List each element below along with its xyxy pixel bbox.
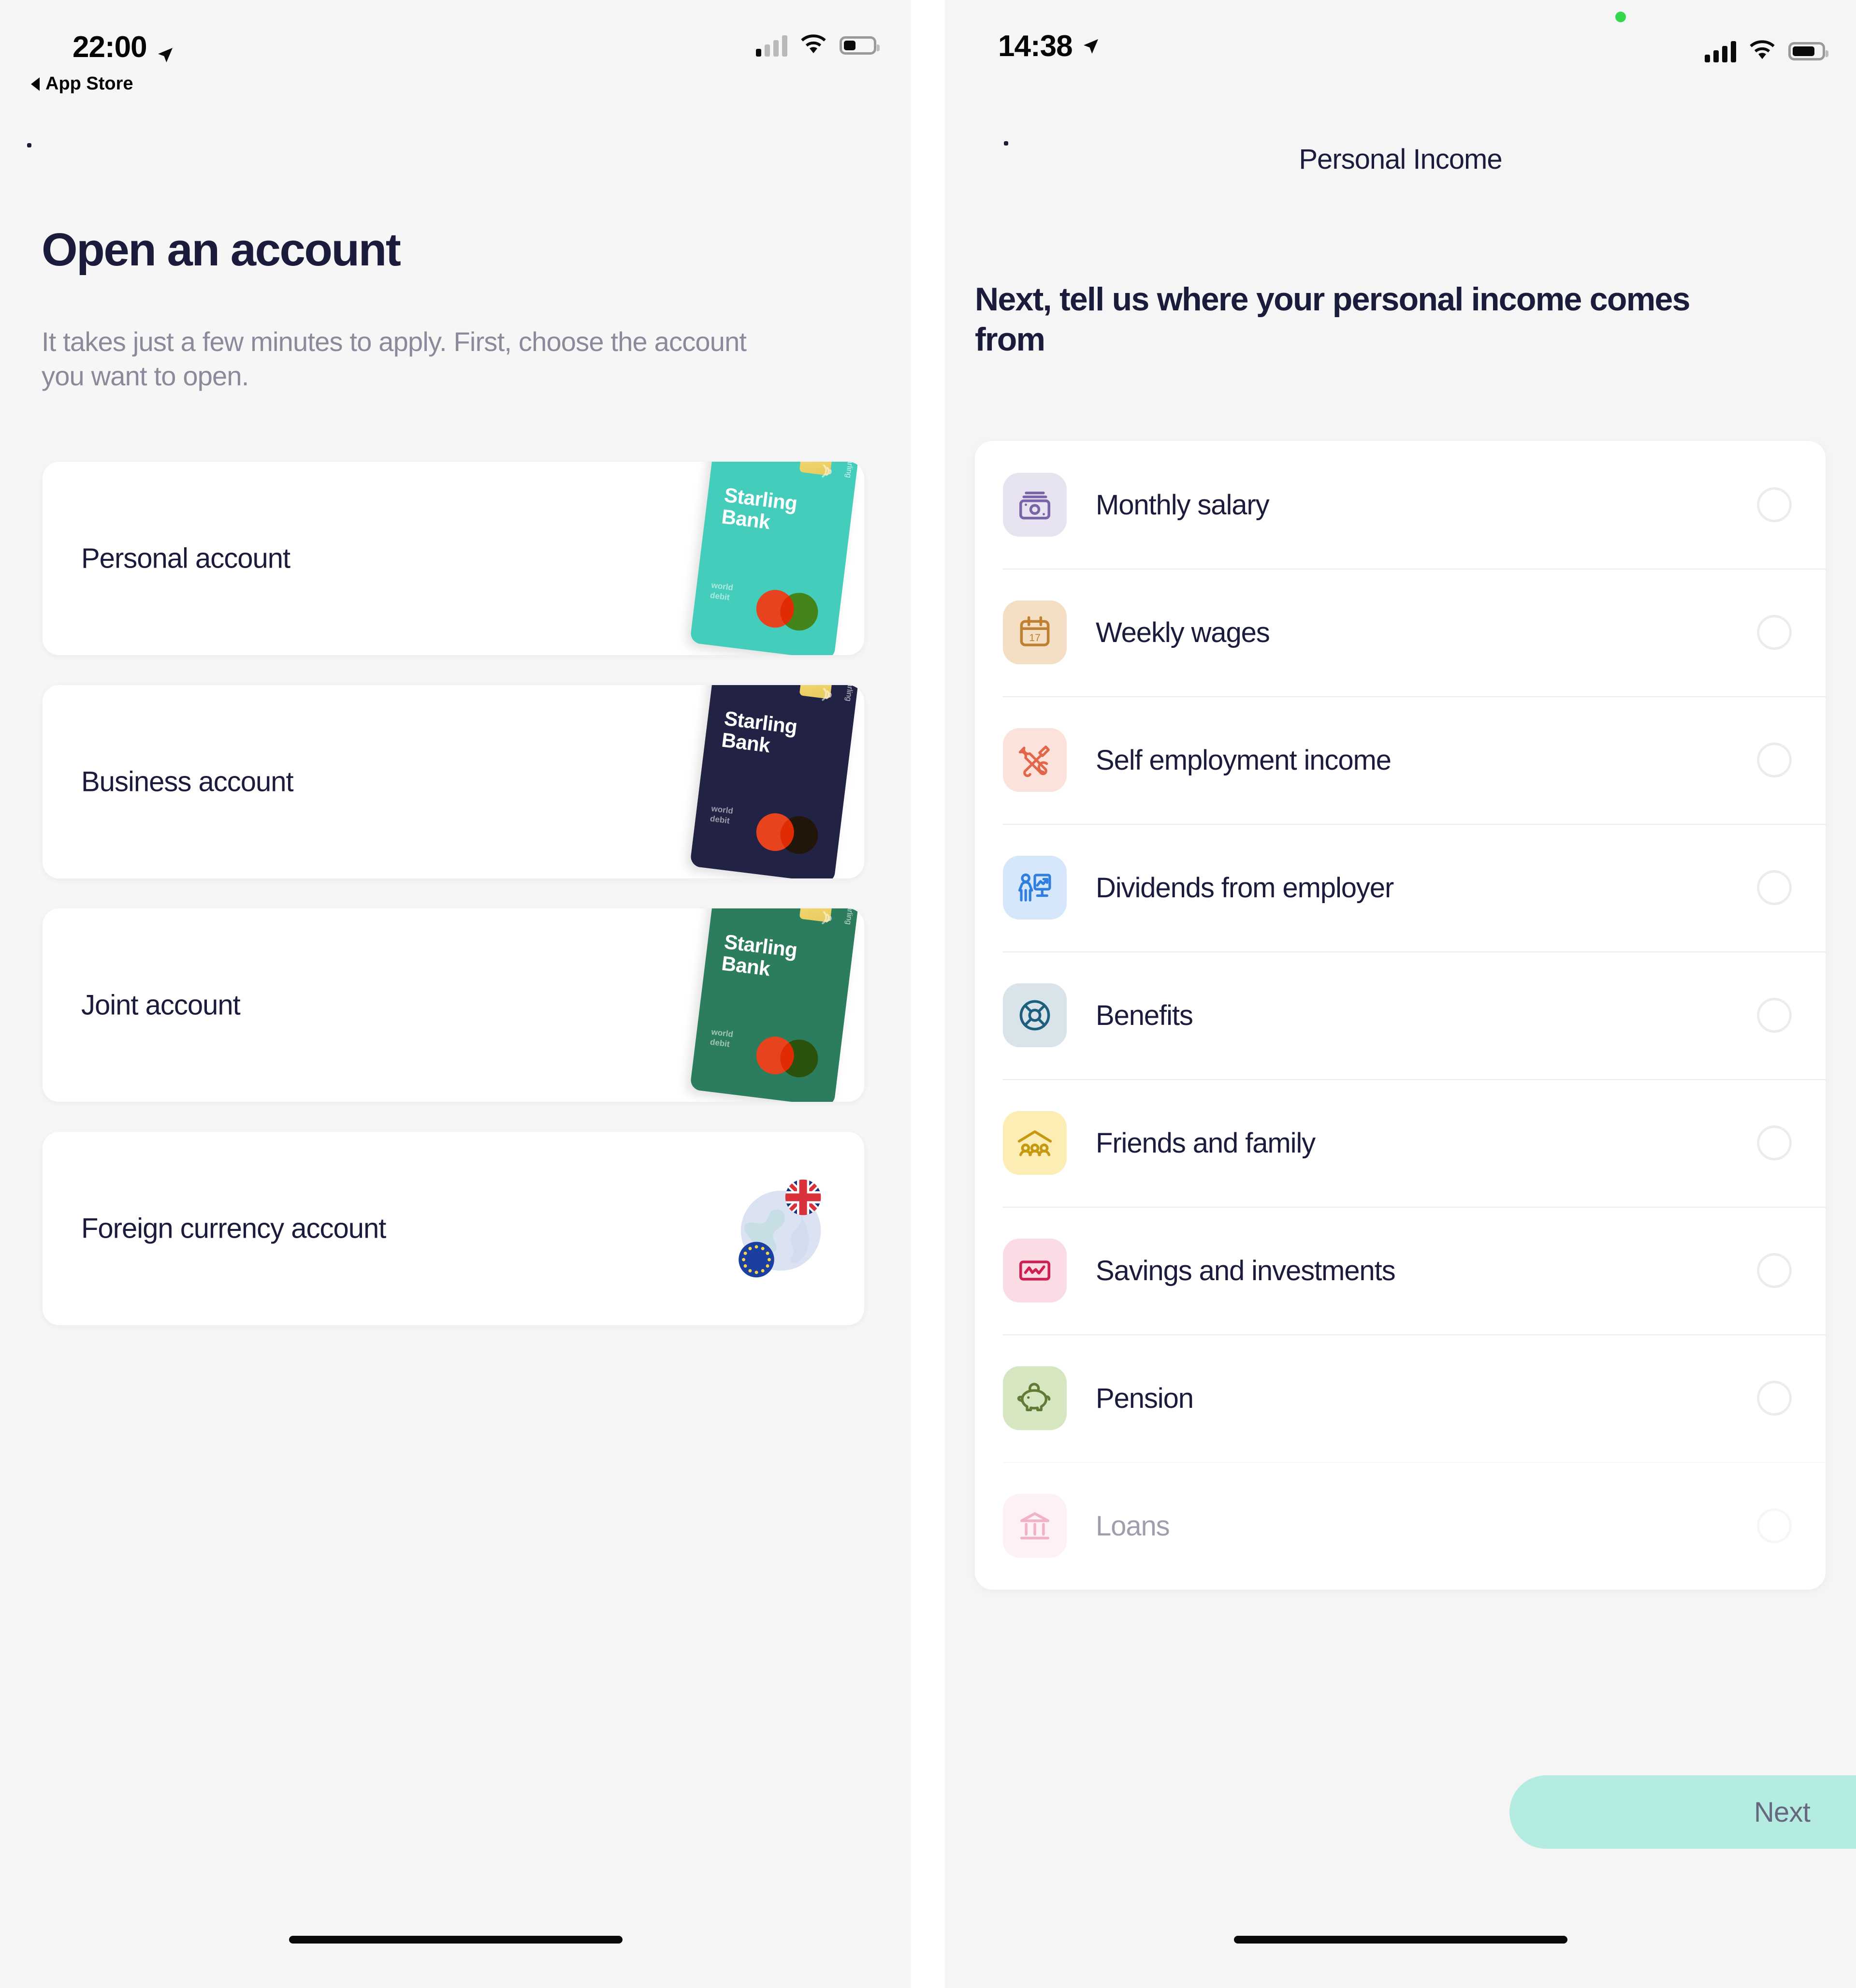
nav-title: Personal Income (1299, 144, 1502, 175)
location-arrow-icon (1081, 37, 1101, 56)
income-row-radio[interactable] (1757, 743, 1792, 777)
left-status-indicators (756, 34, 880, 57)
house-people-icon (1003, 1111, 1067, 1175)
svg-text:17: 17 (1029, 632, 1041, 643)
screen-divider (911, 0, 945, 1988)
card-small-text: world debit (710, 804, 734, 826)
income-row-pension[interactable]: Pension (975, 1334, 1826, 1462)
contactless-icon (816, 462, 838, 482)
next-button[interactable]: Next (1509, 1775, 1856, 1849)
income-row-label: Self employment income (1096, 744, 1392, 776)
cellular-signal-icon (1705, 40, 1736, 62)
account-type-list: Personal account Starling Starling Bank … (43, 462, 864, 1355)
back-to-app-store-link[interactable]: App Store (31, 73, 133, 94)
income-row-label: Monthly salary (1096, 489, 1270, 521)
back-triangle-icon (31, 77, 40, 91)
wifi-icon (800, 34, 827, 57)
card-small-text: world debit (710, 580, 734, 602)
home-indicator-right (1234, 1936, 1567, 1944)
income-row-radio[interactable] (1757, 870, 1792, 905)
page-title: Open an account (42, 224, 401, 276)
location-arrow-icon (156, 38, 175, 62)
income-row-radio[interactable] (1757, 1508, 1792, 1543)
status-time-text: 22:00 (72, 30, 147, 64)
back-app-label: App Store (45, 73, 133, 94)
card-brand-name: Starling Bank (720, 930, 799, 980)
starling-card-green: Starling Starling Bank world debit (689, 908, 859, 1102)
account-option-joint[interactable]: Joint account Starling Starling Bank wor… (43, 908, 864, 1102)
right-status-indicators (1705, 40, 1828, 62)
income-row-label: Friends and family (1096, 1127, 1316, 1159)
income-row-label: Dividends from employer (1096, 872, 1394, 904)
account-option-label: Joint account (81, 989, 241, 1021)
income-row-friends-family[interactable]: Friends and family (975, 1079, 1826, 1207)
contactless-icon (816, 908, 838, 929)
card-side-text: Starling (843, 462, 856, 479)
income-row-label: Benefits (1096, 999, 1193, 1031)
account-option-label: Business account (81, 766, 294, 798)
account-option-label: Foreign currency account (81, 1213, 386, 1244)
status-time-right: 14:38 (998, 29, 1101, 63)
income-row-radio[interactable] (1757, 615, 1792, 650)
income-row-monthly-salary[interactable]: Monthly salary (975, 441, 1826, 569)
income-source-list: Monthly salary 17 Weekly wages Self empl… (975, 441, 1826, 1590)
account-option-personal[interactable]: Personal account Starling Starling Bank … (43, 462, 864, 655)
piggy-bank-icon (1003, 1366, 1067, 1430)
income-row-radio[interactable] (1757, 1381, 1792, 1416)
home-indicator-left (289, 1936, 623, 1944)
income-row-dividends[interactable]: Dividends from employer (975, 824, 1826, 951)
page-subtitle: It takes just a few minutes to apply. Fi… (42, 326, 747, 391)
right-status-bar: 14:38 (945, 0, 1856, 97)
income-row-weekly-wages[interactable]: 17 Weekly wages (975, 569, 1826, 696)
income-row-label: Pension (1096, 1382, 1194, 1414)
income-heading: Next, tell us where your personal income… (975, 281, 1690, 358)
income-row-self-employment[interactable]: Self employment income (975, 696, 1826, 824)
left-phone-screen: 22:00 App Store Open an account It takes… (0, 0, 911, 1988)
chart-box-icon (1003, 1239, 1067, 1302)
battery-icon (840, 36, 880, 55)
starling-card-teal: Starling Starling Bank world debit (689, 462, 859, 655)
card-side-text: Starling (843, 908, 856, 925)
status-time-text: 14:38 (998, 29, 1073, 63)
starling-card-navy: Starling Starling Bank world debit (689, 685, 859, 878)
right-phone-screen: 14:38 Personal Income Next, tell us wher… (945, 0, 1856, 1988)
account-option-label: Personal account (81, 542, 290, 574)
contactless-icon (816, 685, 838, 705)
income-row-label: Savings and investments (1096, 1255, 1396, 1286)
dual-phone-screenshot: 22:00 App Store Open an account It takes… (0, 0, 1856, 1988)
card-brand-name: Starling Bank (720, 706, 799, 757)
mastercard-logo-icon (754, 1034, 820, 1080)
card-brand-name: Starling Bank (720, 483, 799, 533)
status-time-left: 22:00 (72, 30, 175, 64)
income-row-radio[interactable] (1757, 998, 1792, 1033)
calendar-17-icon: 17 (1003, 600, 1067, 664)
income-row-radio[interactable] (1757, 487, 1792, 522)
back-chevron-icon (27, 143, 31, 147)
mastercard-logo-icon (754, 587, 820, 633)
income-row-loans[interactable]: Loans (975, 1462, 1826, 1590)
person-chart-icon (1003, 856, 1067, 920)
income-row-label: Weekly wages (1096, 616, 1270, 648)
income-row-radio[interactable] (1757, 1126, 1792, 1160)
left-status-bar: 22:00 App Store (0, 0, 911, 97)
banknote-icon (1003, 473, 1067, 537)
bank-building-icon (1003, 1494, 1067, 1558)
income-row-label: Loans (1096, 1510, 1170, 1542)
cellular-signal-icon (756, 34, 787, 57)
income-row-benefits[interactable]: Benefits (975, 951, 1826, 1079)
battery-icon (1788, 42, 1828, 60)
account-option-foreign-currency[interactable]: Foreign currency account (43, 1132, 864, 1325)
mastercard-logo-icon (754, 811, 820, 856)
account-option-business[interactable]: Business account Starling Starling Bank … (43, 685, 864, 878)
globe-flags-icon (723, 1173, 834, 1284)
income-row-savings-investments[interactable]: Savings and investments (975, 1207, 1826, 1334)
card-small-text: world debit (710, 1027, 734, 1049)
income-row-radio[interactable] (1757, 1253, 1792, 1288)
lifebuoy-icon (1003, 983, 1067, 1047)
card-side-text: Starling (843, 685, 856, 702)
green-recording-dot (1615, 12, 1626, 22)
wifi-icon (1749, 40, 1776, 62)
tools-icon (1003, 728, 1067, 792)
